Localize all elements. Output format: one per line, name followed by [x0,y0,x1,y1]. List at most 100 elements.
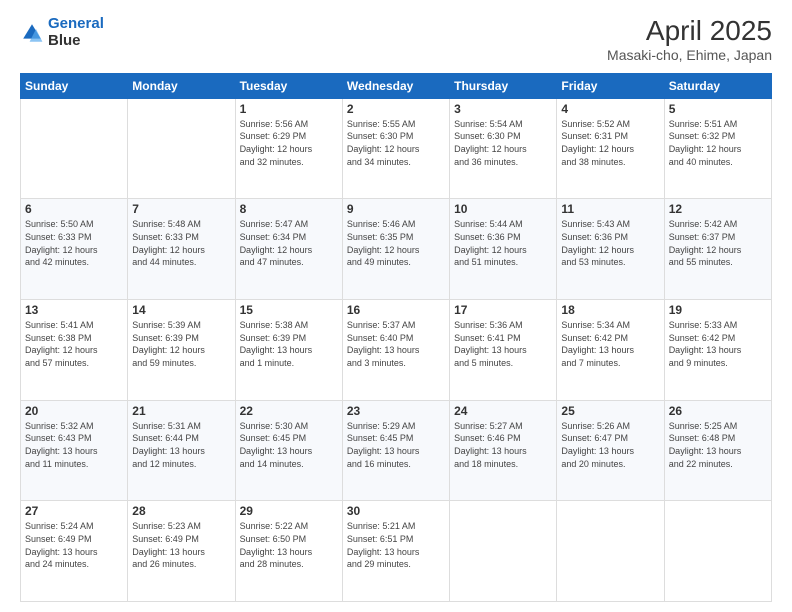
day-cell: 12Sunrise: 5:42 AM Sunset: 6:37 PM Dayli… [664,199,771,300]
day-number: 28 [132,504,230,518]
day-number: 13 [25,303,123,317]
day-number: 24 [454,404,552,418]
day-info: Sunrise: 5:41 AM Sunset: 6:38 PM Dayligh… [25,319,123,369]
day-number: 23 [347,404,445,418]
day-header-tuesday: Tuesday [235,73,342,98]
day-cell: 13 Sunrise: 5:41 AM Sunset: 6:38 PM Dayli… [21,300,128,401]
day-cell: 17 Sunrise: 5:36 AM Sunset: 6:41 PM Dayli… [450,300,557,401]
calendar-table: SundayMondayTuesdayWednesdayThursdayFrid… [20,73,772,602]
day-cell: 8Sunrise: 5:47 AM Sunset: 6:34 PM Daylig… [235,199,342,300]
logo-icon [20,21,44,45]
day-cell: 27Sunrise: 5:24 AM Sunset: 6:49 PM Dayli… [21,501,128,602]
day-info: Sunrise: 5:50 AM Sunset: 6:33 PM Dayligh… [25,218,123,268]
logo: General Blue [20,16,104,49]
week-row-0: 1 Sunrise: 5:56 AM Sunset: 6:29 PM Daylig… [21,98,772,199]
day-info: Sunrise: 5:23 AM Sunset: 6:49 PM Dayligh… [132,520,230,570]
day-header-wednesday: Wednesday [342,73,449,98]
day-number: 14 [132,303,230,317]
day-number: 27 [25,504,123,518]
day-cell: 22Sunrise: 5:30 AM Sunset: 6:45 PM Dayli… [235,400,342,501]
logo-line2: Blue [48,33,104,50]
day-number: 9 [347,202,445,216]
day-info: Sunrise: 5:43 AM Sunset: 6:36 PM Dayligh… [561,218,659,268]
day-cell: 29Sunrise: 5:22 AM Sunset: 6:50 PM Dayli… [235,501,342,602]
day-cell: 24 Sunrise: 5:27 AM Sunset: 6:46 PM Dayli… [450,400,557,501]
day-number: 16 [347,303,445,317]
day-info: Sunrise: 5:36 AM Sunset: 6:41 PM Dayligh… [454,319,552,369]
day-cell: 19 Sunrise: 5:33 AM Sunset: 6:42 PM Dayli… [664,300,771,401]
day-info: Sunrise: 5:31 AM Sunset: 6:44 PM Dayligh… [132,420,230,470]
week-row-1: 6 Sunrise: 5:50 AM Sunset: 6:33 PM Daylig… [21,199,772,300]
day-info: Sunrise: 5:52 AM Sunset: 6:31 PM Dayligh… [561,118,659,168]
day-info: Sunrise: 5:37 AM Sunset: 6:40 PM Dayligh… [347,319,445,369]
title-block: April 2025 Masaki-cho, Ehime, Japan [607,16,772,63]
day-info: Sunrise: 5:34 AM Sunset: 6:42 PM Dayligh… [561,319,659,369]
day-info: Sunrise: 5:25 AM Sunset: 6:48 PM Dayligh… [669,420,767,470]
day-cell: 3Sunrise: 5:54 AM Sunset: 6:30 PM Daylig… [450,98,557,199]
day-number: 20 [25,404,123,418]
day-info: Sunrise: 5:33 AM Sunset: 6:42 PM Dayligh… [669,319,767,369]
page: General Blue April 2025 Masaki-cho, Ehim… [0,0,792,612]
week-row-4: 27Sunrise: 5:24 AM Sunset: 6:49 PM Dayli… [21,501,772,602]
day-cell: 2 Sunrise: 5:55 AM Sunset: 6:30 PM Daylig… [342,98,449,199]
day-number: 2 [347,102,445,116]
day-cell: 16 Sunrise: 5:37 AM Sunset: 6:40 PM Dayli… [342,300,449,401]
day-cell [664,501,771,602]
day-cell: 18 Sunrise: 5:34 AM Sunset: 6:42 PM Dayli… [557,300,664,401]
days-header-row: SundayMondayTuesdayWednesdayThursdayFrid… [21,73,772,98]
day-cell: 25 Sunrise: 5:26 AM Sunset: 6:47 PM Dayli… [557,400,664,501]
day-number: 4 [561,102,659,116]
day-number: 29 [240,504,338,518]
day-number: 25 [561,404,659,418]
day-header-sunday: Sunday [21,73,128,98]
day-info: Sunrise: 5:56 AM Sunset: 6:29 PM Dayligh… [240,118,338,168]
day-info: Sunrise: 5:29 AM Sunset: 6:45 PM Dayligh… [347,420,445,470]
day-cell: 15 Sunrise: 5:38 AM Sunset: 6:39 PM Dayli… [235,300,342,401]
day-info: Sunrise: 5:48 AM Sunset: 6:33 PM Dayligh… [132,218,230,268]
day-cell: 10Sunrise: 5:44 AM Sunset: 6:36 PM Dayli… [450,199,557,300]
day-number: 15 [240,303,338,317]
day-cell: 4 Sunrise: 5:52 AM Sunset: 6:31 PM Daylig… [557,98,664,199]
day-number: 11 [561,202,659,216]
day-info: Sunrise: 5:44 AM Sunset: 6:36 PM Dayligh… [454,218,552,268]
day-number: 22 [240,404,338,418]
day-number: 17 [454,303,552,317]
week-row-2: 13 Sunrise: 5:41 AM Sunset: 6:38 PM Dayli… [21,300,772,401]
day-cell [21,98,128,199]
day-header-thursday: Thursday [450,73,557,98]
day-number: 19 [669,303,767,317]
day-number: 21 [132,404,230,418]
day-number: 3 [454,102,552,116]
day-info: Sunrise: 5:26 AM Sunset: 6:47 PM Dayligh… [561,420,659,470]
day-cell: 14 Sunrise: 5:39 AM Sunset: 6:39 PM Dayli… [128,300,235,401]
day-number: 5 [669,102,767,116]
day-info: Sunrise: 5:47 AM Sunset: 6:34 PM Dayligh… [240,218,338,268]
day-info: Sunrise: 5:21 AM Sunset: 6:51 PM Dayligh… [347,520,445,570]
day-cell [557,501,664,602]
day-cell: 21 Sunrise: 5:31 AM Sunset: 6:44 PM Dayli… [128,400,235,501]
day-cell: 9 Sunrise: 5:46 AM Sunset: 6:35 PM Daylig… [342,199,449,300]
day-number: 7 [132,202,230,216]
day-cell: 26Sunrise: 5:25 AM Sunset: 6:48 PM Dayli… [664,400,771,501]
day-info: Sunrise: 5:46 AM Sunset: 6:35 PM Dayligh… [347,218,445,268]
day-header-monday: Monday [128,73,235,98]
day-number: 6 [25,202,123,216]
day-cell: 23 Sunrise: 5:29 AM Sunset: 6:45 PM Dayli… [342,400,449,501]
day-number: 12 [669,202,767,216]
day-cell: 7 Sunrise: 5:48 AM Sunset: 6:33 PM Daylig… [128,199,235,300]
day-cell: 5 Sunrise: 5:51 AM Sunset: 6:32 PM Daylig… [664,98,771,199]
day-cell: 11 Sunrise: 5:43 AM Sunset: 6:36 PM Dayli… [557,199,664,300]
header: General Blue April 2025 Masaki-cho, Ehim… [20,16,772,63]
day-cell [128,98,235,199]
day-info: Sunrise: 5:38 AM Sunset: 6:39 PM Dayligh… [240,319,338,369]
day-info: Sunrise: 5:39 AM Sunset: 6:39 PM Dayligh… [132,319,230,369]
day-info: Sunrise: 5:55 AM Sunset: 6:30 PM Dayligh… [347,118,445,168]
day-info: Sunrise: 5:27 AM Sunset: 6:46 PM Dayligh… [454,420,552,470]
day-number: 18 [561,303,659,317]
day-info: Sunrise: 5:51 AM Sunset: 6:32 PM Dayligh… [669,118,767,168]
day-cell: 6 Sunrise: 5:50 AM Sunset: 6:33 PM Daylig… [21,199,128,300]
main-title: April 2025 [607,16,772,47]
day-number: 1 [240,102,338,116]
day-cell: 28 Sunrise: 5:23 AM Sunset: 6:49 PM Dayli… [128,501,235,602]
logo-line1: General [48,15,104,32]
